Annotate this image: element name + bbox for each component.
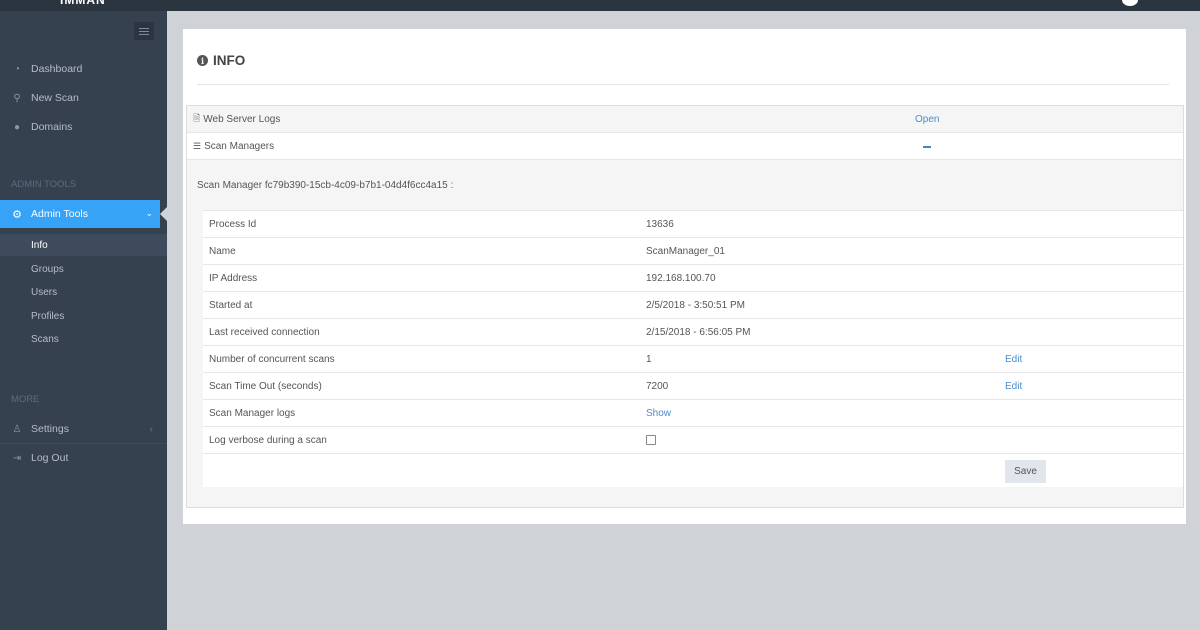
top-bar: IMMAN: [0, 0, 1200, 11]
row-value: 192.168.100.70: [646, 272, 716, 284]
sidebar-subitem-info[interactable]: Info: [0, 234, 167, 256]
page-title-text: INFO: [213, 53, 246, 68]
scan-managers-label: Scan Managers: [204, 140, 275, 152]
sidebar-subitem-users[interactable]: Users: [0, 281, 167, 303]
sidebar-item-logout[interactable]: ⇥ Log Out: [0, 447, 167, 469]
row-label: IP Address: [209, 272, 258, 284]
log-verbose-checkbox[interactable]: [646, 435, 656, 445]
subitem-label: Info: [31, 239, 48, 251]
sidebar-item-label: Domains: [31, 121, 73, 133]
subitem-label: Users: [31, 286, 58, 298]
sidebar-item-settings[interactable]: ♙ Settings ‹: [0, 418, 167, 440]
collapse-icon[interactable]: [923, 146, 931, 148]
scan-managers-row: ☰ Scan Managers: [187, 133, 1183, 160]
table-row: IP Address 192.168.100.70: [203, 265, 1183, 292]
row-label: Scan Manager logs: [209, 407, 296, 419]
table-row: Number of concurrent scans 1 Edit: [203, 346, 1183, 373]
subitem-label: Groups: [31, 263, 64, 275]
info-icon: i: [197, 55, 208, 66]
save-button[interactable]: Save: [1005, 460, 1046, 483]
table-row: Started at 2/5/2018 - 3:50:51 PM: [203, 292, 1183, 319]
row-label: Log verbose during a scan: [209, 434, 327, 446]
table-row: Log verbose during a scan: [203, 427, 1183, 454]
web-server-logs-label: Web Server Logs: [203, 113, 281, 125]
sidebar-subitem-groups[interactable]: Groups: [0, 258, 167, 280]
sidebar-item-label: Log Out: [31, 452, 69, 464]
row-label: Number of concurrent scans: [209, 353, 335, 365]
row-value: 1: [646, 353, 652, 365]
table-row: Last received connection 2/15/2018 - 6:5…: [203, 319, 1183, 346]
dashboard-icon: ◔: [13, 63, 21, 75]
file-icon: 🗎: [193, 113, 201, 123]
row-label: Started at: [209, 299, 253, 311]
sidebar-item-domains[interactable]: ● Domains: [0, 116, 167, 138]
sidebar-toggle-button[interactable]: [134, 22, 154, 40]
sidebar-item-label: Admin Tools: [31, 208, 89, 220]
row-label: Scan Time Out (seconds): [209, 380, 322, 392]
brand-logo[interactable]: IMMAN: [60, 0, 106, 7]
globe-icon: ●: [13, 121, 21, 133]
row-value: 7200: [646, 380, 669, 392]
show-logs-link[interactable]: Show: [646, 408, 671, 419]
chevron-left-icon: ‹: [149, 423, 153, 435]
table-row: Scan Manager logs Show: [203, 400, 1183, 427]
menu-icon: [139, 30, 149, 32]
info-box: 🗎 Web Server Logs Open ☰ Scan Managers S…: [186, 105, 1184, 508]
table-row: Process Id 13636: [203, 210, 1183, 238]
row-label: Last received connection: [209, 326, 320, 338]
row-value: ScanManager_01: [646, 245, 725, 257]
chevron-down-icon: ⌄: [145, 208, 153, 218]
search-icon: ⚲: [13, 92, 21, 104]
table-row: Scan Time Out (seconds) 7200 Edit: [203, 373, 1183, 400]
edit-concurrent-scans-link[interactable]: Edit: [1005, 354, 1022, 365]
subitem-label: Profiles: [31, 310, 65, 322]
row-value: 2/15/2018 - 6:56:05 PM: [646, 326, 751, 338]
sidebar-item-new-scan[interactable]: ⚲ New Scan: [0, 87, 167, 109]
save-row: Save: [203, 454, 1183, 487]
verbose-checkbox-cell: [646, 435, 656, 445]
row-label: Process Id: [209, 218, 257, 230]
section-admin-tools: ADMIN TOOLS: [11, 179, 77, 190]
info-panel: i INFO 🗎 Web Server Logs Open ☰ Scan Man…: [183, 29, 1186, 524]
sidebar-item-label: Settings: [31, 423, 69, 435]
section-more: MORE: [11, 394, 40, 405]
sidebar-item-label: New Scan: [31, 92, 79, 104]
scan-manager-heading: Scan Manager fc79b390-15cb-4c09-b7b1-04d…: [197, 180, 454, 191]
row-value: 2/5/2018 - 3:50:51 PM: [646, 299, 745, 311]
row-label: Name: [209, 245, 236, 257]
sidebar-item-label: Dashboard: [31, 63, 83, 75]
page-title: i INFO: [197, 53, 245, 68]
sidebar-subitem-profiles[interactable]: Profiles: [0, 305, 167, 327]
edit-scan-timeout-link[interactable]: Edit: [1005, 381, 1022, 392]
open-logs-link[interactable]: Open: [915, 114, 939, 125]
web-server-logs-row: 🗎 Web Server Logs Open: [187, 106, 1183, 133]
table-row: Name ScanManager_01: [203, 238, 1183, 265]
server-icon: ☰: [193, 140, 202, 151]
row-value: 13636: [646, 218, 674, 230]
logout-icon: ⇥: [12, 452, 22, 464]
active-arrow: [160, 206, 168, 222]
sidebar-item-dashboard[interactable]: ◔ Dashboard: [0, 58, 167, 80]
divider: [0, 443, 167, 444]
subitem-label: Scans: [31, 333, 59, 345]
scan-manager-table: Process Id 13636 Name ScanManager_01 IP …: [203, 210, 1183, 487]
user-icon: ♙: [12, 423, 22, 435]
gear-icon: ⚙: [12, 208, 22, 221]
user-avatar[interactable]: [1122, 0, 1138, 6]
title-divider: [197, 84, 1169, 85]
sidebar-item-admin-tools[interactable]: ⚙ Admin Tools ⌄: [0, 200, 168, 228]
sidebar-subitem-scans[interactable]: Scans: [0, 328, 167, 350]
